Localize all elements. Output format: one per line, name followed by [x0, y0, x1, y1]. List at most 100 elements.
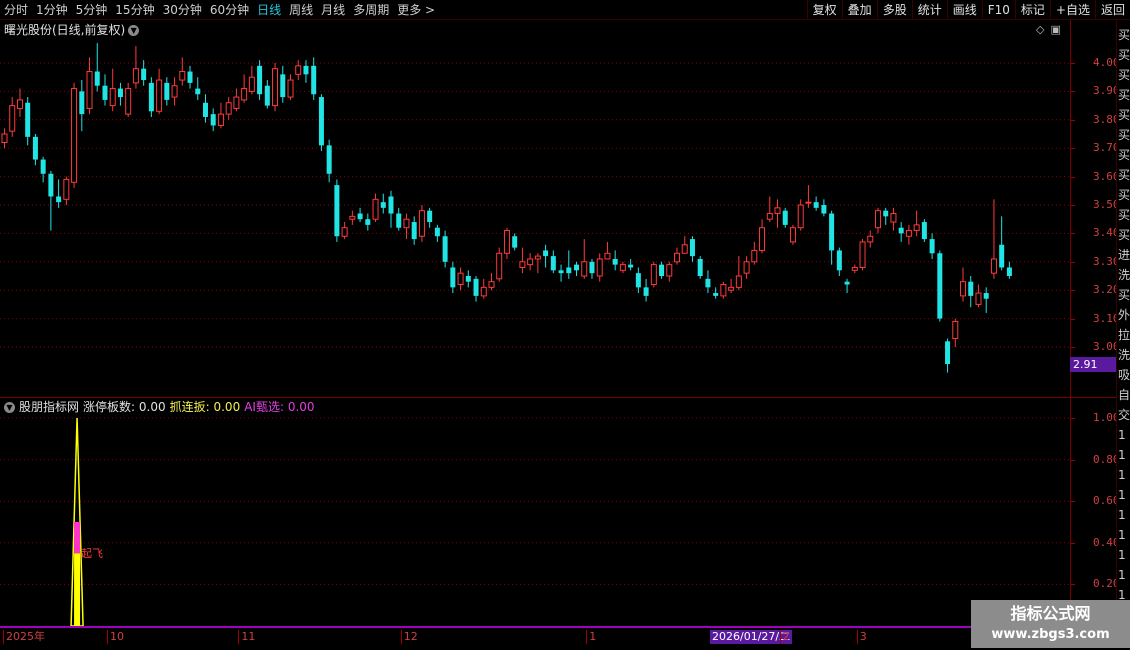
period-tab[interactable]: 1分钟 [32, 0, 72, 20]
candle-body [187, 71, 193, 83]
toolbar-button[interactable]: F10 [981, 0, 1015, 20]
edge-strip-char: 买 [1118, 148, 1130, 162]
watermark-title: 指标公式网 [1010, 604, 1091, 623]
candle-body [713, 293, 719, 296]
candle-body [766, 213, 773, 220]
candle-body [202, 102, 208, 117]
candle-body [759, 227, 766, 251]
candle-body [589, 261, 595, 274]
zhangting-label: 涨停板数: [83, 400, 136, 414]
candle-body [960, 281, 967, 297]
watermark: 指标公式网 www.zbgs3.com [971, 600, 1130, 648]
candle-body [287, 79, 294, 98]
chevron-down-icon[interactable]: ▼ [4, 401, 15, 413]
toolbar-button[interactable]: 画线 [946, 0, 982, 20]
candle-body [40, 159, 46, 174]
candle-body [674, 252, 681, 263]
candle-body [195, 88, 201, 95]
toolbar-button[interactable]: 标记 [1014, 0, 1050, 20]
edge-strip-char: 买 [1118, 288, 1130, 302]
period-tab[interactable]: 30分钟 [159, 0, 206, 20]
toolbar-button[interactable]: 复权 [806, 0, 842, 20]
candle-body [79, 91, 85, 115]
edge-strip-char: 1 [1118, 528, 1126, 542]
ai-value: 0.00 [287, 400, 315, 414]
date-label: 10 [106, 630, 124, 644]
candle-body [789, 227, 796, 243]
toolbar-button[interactable]: +自选 [1049, 0, 1095, 20]
candle-body [883, 210, 889, 217]
candle-body [751, 249, 758, 263]
candle-body [890, 213, 897, 223]
candle-body [829, 213, 835, 251]
edge-strip-char: 买 [1118, 28, 1130, 42]
candle-body [635, 273, 641, 288]
toolbar-button[interactable]: 叠加 [841, 0, 877, 20]
candle-body [921, 222, 927, 240]
edge-strip-char: 买 [1118, 228, 1130, 242]
candle-body [821, 205, 827, 214]
candle-body [1006, 267, 1012, 276]
candle-body [774, 207, 781, 215]
indicator-name[interactable]: 股朋指标网 [19, 399, 79, 415]
ai-bar [74, 522, 81, 554]
candle-body [813, 202, 819, 208]
candle-body [913, 224, 920, 232]
candle-body [480, 286, 487, 297]
edge-strip-char: 1 [1118, 508, 1126, 522]
candle-body [225, 102, 232, 115]
candle-body [264, 85, 270, 106]
period-tab[interactable]: 5分钟 [72, 0, 112, 20]
period-tab[interactable]: 15分钟 [111, 0, 158, 20]
candle-body [945, 341, 951, 365]
edge-strip-char: 买 [1118, 168, 1130, 182]
candle-body [16, 99, 23, 109]
candle-body [735, 275, 742, 288]
edge-strip-char: 买 [1118, 188, 1130, 202]
candle-body [619, 264, 626, 271]
edge-strip-char: 外 [1118, 308, 1130, 322]
candle-body [388, 196, 394, 214]
candle-body [63, 178, 70, 200]
edge-strip-char: 买 [1118, 128, 1130, 142]
candle-body [248, 76, 255, 92]
candle-body [643, 287, 649, 296]
candle-body [743, 261, 750, 274]
period-tab[interactable]: 日线 [253, 0, 285, 20]
candle-body [117, 88, 123, 98]
candle-body [48, 173, 54, 197]
date-label: 12 [400, 630, 418, 644]
toolbar-button[interactable]: 返回 [1094, 0, 1130, 20]
period-tab[interactable]: 分时 [0, 0, 32, 20]
edge-strip-char: 1 [1118, 428, 1126, 442]
toolbar-button[interactable]: 多股 [876, 0, 912, 20]
candle-body [488, 281, 495, 288]
toolbar-button[interactable]: 统计 [911, 0, 947, 20]
candle-body [450, 267, 456, 288]
period-tab[interactable]: 60分钟 [206, 0, 253, 20]
date-axis: 2026/01/27/二 2025年 10 11 12 1 2 3 [0, 626, 1116, 650]
candle-body [604, 252, 611, 260]
date-label: 2 [779, 630, 790, 644]
edge-strip-char: 自 [1118, 388, 1130, 402]
candle-body [689, 239, 695, 257]
price-axis: 4.00 3.90 3.80 3.70 3.60 3.50 3.40 3.30 3.20 3.10… [1070, 20, 1120, 398]
candle-body [25, 102, 31, 137]
candle-body [32, 136, 38, 160]
period-tab[interactable]: 月线 [317, 0, 349, 20]
candle-body [233, 96, 240, 109]
period-tab[interactable]: 多周期 [349, 0, 393, 20]
candle-body [581, 261, 588, 277]
kline-chart[interactable]: 起飞 [0, 20, 1070, 626]
candle-body [952, 320, 959, 339]
candle-body [272, 68, 279, 107]
period-tab[interactable]: 更多 > [393, 0, 439, 20]
candle-body [898, 227, 904, 234]
pane-divider[interactable] [0, 397, 1116, 398]
right-edge-strip: 买买买买买买买买买买买进洗买外拉洗吸自交1111111111 [1116, 20, 1130, 630]
candle-body [380, 202, 386, 208]
period-tab[interactable]: 周线 [285, 0, 317, 20]
current-price-label: 2.91 [1070, 357, 1120, 372]
edge-strip-char: 吸 [1118, 368, 1130, 382]
candle-body [519, 261, 526, 268]
